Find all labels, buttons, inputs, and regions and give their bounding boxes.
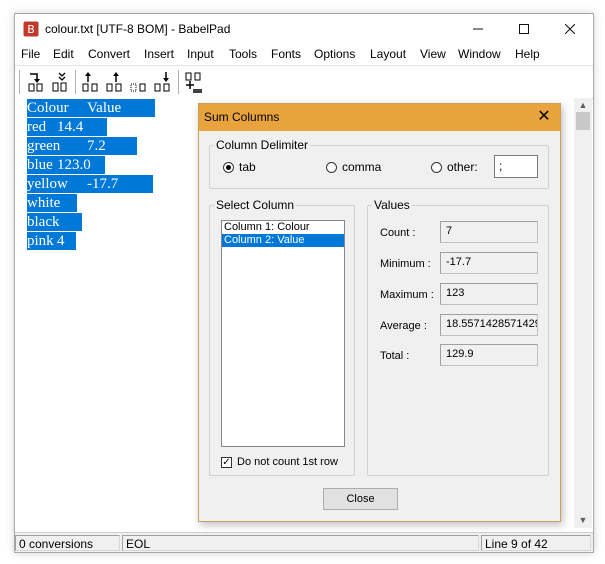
scroll-thumb[interactable]	[576, 112, 590, 130]
average-value: 18.5571428571429	[440, 314, 538, 336]
dialog-title-bar: Sum Columns ✕	[199, 104, 560, 131]
radio-icon	[326, 161, 337, 173]
menu-view[interactable]: View	[420, 47, 446, 61]
editor-line[interactable]: blue 123.0	[27, 156, 105, 174]
editor-line[interactable]: red 14.4	[27, 118, 107, 136]
select-column-legend: Select Column	[216, 198, 295, 212]
minimum-value: -17.7	[440, 252, 538, 274]
toolbar-grip	[19, 70, 20, 94]
editor-line[interactable]: yellow -17.7	[27, 175, 153, 193]
close-button[interactable]: Close	[323, 488, 398, 510]
toolbar-separator	[75, 70, 76, 94]
menu-tools[interactable]: Tools	[229, 47, 257, 61]
list-item[interactable]: Column 1: Colour	[222, 221, 344, 234]
menu-insert[interactable]: Insert	[144, 47, 174, 61]
svg-text:B: B	[27, 23, 35, 36]
toolbar-separator	[178, 70, 179, 94]
radio-selected-icon	[223, 161, 234, 173]
menu-options[interactable]: Options	[314, 47, 355, 61]
scroll-up-arrow-icon[interactable]: ▲	[574, 99, 592, 111]
maximum-value: 123	[440, 283, 538, 305]
count-value: 7	[440, 221, 538, 243]
close-icon	[565, 24, 575, 34]
move-up-icon[interactable]	[80, 70, 102, 94]
sum-columns-dialog: Sum Columns ✕ Column Delimiter tab comma…	[198, 103, 561, 522]
comma-radio-label: comma	[342, 160, 382, 174]
menu-convert[interactable]: Convert	[88, 47, 130, 61]
list-item[interactable]: Column 2: Value	[222, 234, 344, 247]
other-radio[interactable]: other:	[431, 160, 478, 174]
dotted-box-icon[interactable]	[128, 70, 150, 94]
other-delimiter-input[interactable]: ;	[494, 155, 538, 178]
do-not-count-first-row-label: Do not count 1st row	[237, 456, 338, 468]
editor-line[interactable]: pink 4	[27, 232, 76, 250]
average-label: Average :	[380, 320, 427, 332]
editor-line[interactable]: green 7.2	[27, 137, 137, 155]
dialog-close-icon[interactable]: ✕	[534, 107, 554, 127]
minimize-button[interactable]	[455, 14, 501, 44]
maximum-label: Maximum :	[380, 289, 434, 301]
sum-columns-icon[interactable]	[183, 70, 205, 94]
tab-radio-label: tab	[239, 160, 256, 174]
maximize-icon	[519, 24, 529, 34]
minimize-icon	[473, 28, 483, 30]
dialog-title: Sum Columns	[204, 110, 280, 124]
do-not-count-first-row-checkbox[interactable]: ✓ Do not count 1st row	[221, 456, 338, 468]
maximize-button[interactable]	[501, 14, 547, 44]
editor-line[interactable]: black -1	[27, 213, 100, 231]
total-label: Total :	[380, 350, 410, 362]
menu-edit[interactable]: Edit	[53, 47, 74, 61]
menu-layout[interactable]: Layout	[370, 47, 406, 61]
menu-window[interactable]: Window	[458, 47, 501, 61]
move-up-alt-icon[interactable]	[104, 70, 126, 94]
vertical-scrollbar[interactable]: ▲ ▼	[574, 98, 592, 528]
status-eol: EOL	[122, 535, 479, 551]
editor-line[interactable]: white 0	[27, 194, 95, 212]
count-label: Count :	[380, 227, 416, 239]
status-line: Line 9 of 42	[481, 535, 591, 551]
menu-input[interactable]: Input	[187, 47, 214, 61]
convert-double-down-icon[interactable]	[49, 70, 71, 94]
menu-bar: File Edit Convert Insert Input Tools Fon…	[15, 44, 593, 64]
radio-icon	[431, 161, 442, 173]
close-window-button[interactable]	[547, 14, 593, 44]
comma-radio[interactable]: comma	[326, 160, 381, 174]
total-value: 129.9	[440, 344, 538, 366]
toolbar	[15, 65, 593, 99]
convert-down-icon[interactable]	[25, 70, 47, 94]
babelpad-app-icon: B	[23, 21, 39, 37]
window-title: colour.txt [UTF-8 BOM] - BabelPad	[45, 22, 231, 36]
editor-line[interactable]: Colour Value	[27, 99, 155, 117]
status-conversions: 0 conversions	[15, 535, 120, 551]
move-down-icon[interactable]	[152, 70, 174, 94]
other-radio-label: other:	[447, 160, 478, 174]
scroll-down-arrow-icon[interactable]: ▼	[574, 514, 592, 526]
menu-file[interactable]: File	[21, 47, 40, 61]
values-legend: Values	[374, 198, 410, 212]
minimum-label: Minimum :	[380, 258, 431, 270]
menu-help[interactable]: Help	[515, 47, 540, 61]
menu-fonts[interactable]: Fonts	[271, 47, 301, 61]
column-delimiter-legend: Column Delimiter	[216, 138, 309, 152]
title-bar: B colour.txt [UTF-8 BOM] - BabelPad	[15, 14, 593, 44]
tab-radio[interactable]: tab	[223, 160, 256, 174]
column-listbox[interactable]: Column 1: Colour Column 2: Value	[221, 220, 345, 447]
checkmark-icon: ✓	[221, 456, 232, 468]
status-bar: 0 conversions EOL Line 9 of 42	[15, 532, 593, 552]
